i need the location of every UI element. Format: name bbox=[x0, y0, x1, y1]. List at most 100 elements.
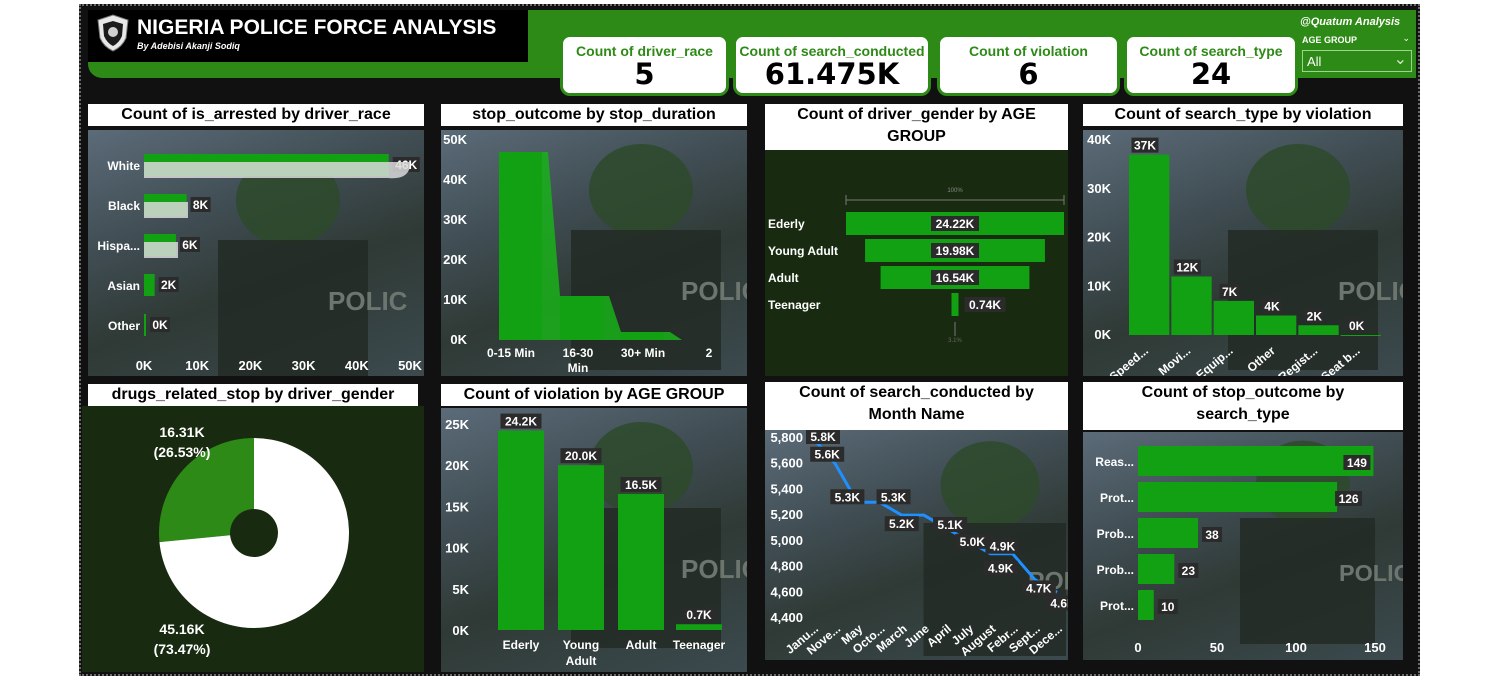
category-label: Asian bbox=[107, 279, 140, 293]
category-label: Other bbox=[108, 319, 140, 333]
dashboard-title: NIGERIA POLICE FORCE ANALYSIS bbox=[137, 16, 497, 39]
data-label: 2K bbox=[1307, 309, 1323, 323]
chevron-down-icon: ⌄ bbox=[1393, 51, 1407, 68]
kpi-card-violation: Count of violation 6 bbox=[937, 34, 1120, 96]
category-label: Teenager bbox=[768, 298, 821, 312]
x-tick-label: Teenager bbox=[673, 638, 726, 652]
chart-title: Count of search_type by violation bbox=[1083, 104, 1403, 126]
x-tick-label: 50 bbox=[1210, 640, 1224, 655]
dropdown-value: All bbox=[1307, 54, 1322, 69]
data-label: 0.74K bbox=[969, 298, 1001, 312]
funnel-bottom-label: 3.1% bbox=[948, 338, 962, 344]
data-label: 126 bbox=[1339, 492, 1359, 506]
bar-5 bbox=[1340, 335, 1381, 336]
y-tick-label: 30K bbox=[443, 212, 467, 227]
search-by-month-chart: POLIC5.8KJanu...5.6KNove...5.3KMay5.3KOc… bbox=[770, 430, 1068, 659]
y-tick-label: 5,000 bbox=[770, 533, 803, 548]
x-tick-label: 0 bbox=[1134, 640, 1141, 655]
chart-title: Count of is_arrested by driver_race bbox=[88, 104, 424, 126]
x-tick-label: 30+ Min bbox=[621, 346, 665, 360]
category-label: Prob... bbox=[1097, 563, 1134, 577]
bar-3 bbox=[1138, 554, 1175, 584]
data-label: 0K bbox=[1349, 319, 1365, 333]
slicer-label: AGE GROUP bbox=[1302, 35, 1358, 45]
chart-title: Count of search_conducted by Month Name bbox=[765, 382, 1068, 430]
y-tick-label: 5K bbox=[452, 582, 469, 597]
data-label: 7K bbox=[1222, 285, 1238, 299]
x-tick-label: 50K bbox=[398, 358, 422, 373]
data-label: 16.5K bbox=[625, 478, 657, 492]
x-tick-label: Ederly bbox=[503, 638, 540, 652]
y-tick-label: 15K bbox=[445, 499, 469, 514]
helmet-shape bbox=[1246, 144, 1350, 236]
data-label: 19.98K bbox=[936, 244, 975, 258]
ribbon-shape bbox=[144, 202, 188, 218]
age-group-dropdown[interactable]: All ⌄ bbox=[1302, 50, 1412, 72]
bar-2 bbox=[1213, 300, 1254, 335]
police-vest-text: POLIC bbox=[681, 554, 747, 584]
y-tick-label: 20K bbox=[443, 252, 467, 267]
helmet-shape bbox=[589, 144, 693, 236]
data-label: 4.9K bbox=[988, 562, 1014, 576]
x-tick-label: 30K bbox=[292, 358, 316, 373]
y-tick-label: 20K bbox=[1087, 230, 1111, 245]
kpi-value: 24 bbox=[1190, 57, 1232, 91]
chart-title: Count of stop_outcome by search_type bbox=[1083, 382, 1403, 430]
x-tick-label: 0-15 Min bbox=[487, 346, 535, 360]
data-label: 5.0K bbox=[960, 535, 986, 549]
data-label: 20.0K bbox=[565, 449, 597, 463]
y-tick-label: 0K bbox=[450, 332, 467, 347]
category-label: Hispa... bbox=[97, 239, 140, 253]
y-tick-label: 10K bbox=[1087, 278, 1111, 293]
x-tick-label: Min bbox=[568, 361, 589, 375]
bar-0 bbox=[1129, 154, 1170, 335]
outcome-by-search-type-chart: POLIC Reas... 149 Prot... 126 Prob... 38 Prob..… bbox=[1095, 440, 1403, 655]
slicer-header-chevron-icon[interactable]: ⌄ bbox=[1402, 33, 1410, 44]
funnel-top-label: 100% bbox=[947, 188, 963, 194]
data-label: 4.7K bbox=[1026, 581, 1052, 595]
data-label: 5.3K bbox=[881, 490, 907, 504]
slice-value-label: 16.31K bbox=[159, 424, 204, 440]
age-group-slicer: AGE GROUP ⌄ All ⌄ bbox=[1302, 33, 1414, 75]
violation-by-age-chart: POLIC 24.2K Ederly 20.0K Young Adult 16.5K Adul… bbox=[445, 413, 747, 668]
data-label: 24.22K bbox=[936, 217, 975, 231]
data-label: 5.1K bbox=[937, 518, 963, 532]
chart-title: drugs_related_stop by driver_gender bbox=[88, 384, 418, 406]
y-tick-label: 4,600 bbox=[770, 584, 803, 599]
data-label: 38 bbox=[1205, 528, 1219, 542]
category-label: Black bbox=[108, 199, 140, 213]
helmet-shape bbox=[940, 441, 1040, 529]
y-tick-label: 30K bbox=[1087, 181, 1111, 196]
gender-by-age-funnel: 100% Ederly 24.22K Young Adult 19.98K Adult 16… bbox=[768, 188, 1065, 344]
slice-percent-label: (26.53%) bbox=[154, 444, 211, 460]
kpi-card-driver-race: Count of driver_race 5 bbox=[560, 34, 729, 96]
bar-3 bbox=[676, 624, 722, 630]
data-label: 6K bbox=[182, 238, 198, 252]
category-label: Adult bbox=[768, 271, 799, 285]
category-label: Prob... bbox=[1097, 527, 1134, 541]
data-label: 0K bbox=[152, 318, 168, 332]
slice-percent-label: (73.47%) bbox=[154, 641, 211, 657]
y-tick-label: 20K bbox=[445, 458, 469, 473]
bar-0 bbox=[498, 430, 544, 630]
x-tick-label: 10K bbox=[185, 358, 209, 373]
credit-text: @Quatum Analysis bbox=[1300, 16, 1401, 28]
y-tick-label: 4,400 bbox=[770, 610, 803, 625]
data-label: 4.9K bbox=[990, 540, 1016, 554]
kpi-value: 6 bbox=[1018, 57, 1039, 91]
slice-value-label: 45.16K bbox=[159, 621, 204, 637]
kpi-card-search-conducted: Count of search_conducted 61.475K bbox=[733, 34, 931, 96]
police-vest-text: POLIC bbox=[328, 286, 408, 316]
data-label: 4K bbox=[1264, 300, 1280, 314]
y-tick-label: 25K bbox=[445, 417, 469, 432]
chart-title: Count of driver_gender by AGE GROUP bbox=[765, 104, 1068, 150]
bar-1 bbox=[1171, 276, 1212, 335]
x-tick-label: 0K bbox=[136, 358, 153, 373]
data-label: 4.6K bbox=[1050, 596, 1068, 610]
ribbon-shape bbox=[144, 162, 410, 179]
police-vest-text: POLIC bbox=[681, 276, 747, 306]
data-label: 5.3K bbox=[835, 490, 861, 504]
y-tick-label: 0K bbox=[452, 623, 469, 638]
category-label: Prot... bbox=[1100, 491, 1134, 505]
category-label: Young Adult bbox=[768, 244, 838, 258]
